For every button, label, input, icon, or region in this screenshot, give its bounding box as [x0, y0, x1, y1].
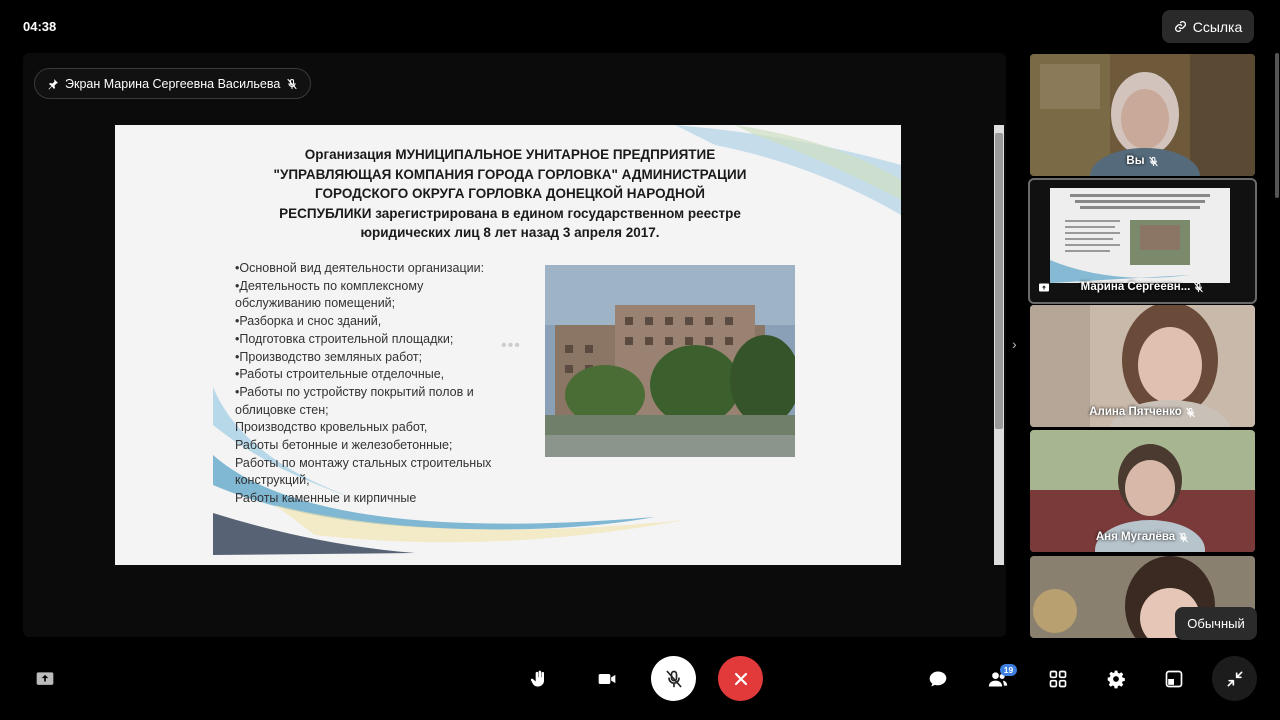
participant-name: Марина Сергеевн... — [1030, 281, 1255, 293]
slide-list-line: конструкций, — [235, 473, 310, 488]
link-icon — [1174, 20, 1186, 33]
pin-icon — [48, 78, 58, 89]
slide-list-line: •Работы по устройству покрытий полов и — [235, 384, 474, 399]
end-call-button[interactable] — [718, 656, 763, 701]
screen-share-owner: Экран Марина Сергеевна Васильева — [65, 76, 281, 91]
participants-scrollbar[interactable] — [1275, 53, 1279, 198]
share-screen-button[interactable] — [33, 668, 57, 690]
screen-share-stage: Экран Марина Сергеевна Васильева Организ… — [23, 53, 1006, 637]
participant-tile[interactable]: Алина Пятченко — [1030, 305, 1255, 427]
call-timer: 04:38 — [23, 19, 57, 34]
mic-muted-icon — [287, 78, 297, 89]
camera-button[interactable] — [594, 666, 620, 692]
video-camera-icon — [598, 674, 616, 684]
participant-name: Вы — [1030, 155, 1255, 167]
participant-tile-self[interactable]: Вы — [1030, 54, 1255, 176]
chat-icon — [929, 671, 947, 687]
building-photo — [545, 265, 795, 457]
pip-icon — [1165, 670, 1183, 688]
slide-list-line: обслуживанию помещений; — [235, 296, 396, 311]
slide-title-line: Организация МУНИЦИПАЛЬНОЕ УНИТАРНОЕ ПРЕД… — [304, 147, 716, 162]
mic-muted-icon — [1179, 532, 1188, 542]
slide-activity-list: •Основной вид деятельности организации: … — [235, 260, 550, 508]
slide-list-line: облицовке стен; — [235, 402, 329, 417]
layout-grid-button[interactable] — [1045, 666, 1071, 692]
participants-count-badge: 19 — [1000, 664, 1017, 676]
copy-link-label: Ссылка — [1192, 18, 1243, 35]
slide-list-line: •Работы строительные отделочные, — [235, 367, 445, 382]
slide-list-line: •Основной вид деятельности организации: — [235, 261, 485, 275]
slide-list-line: Производство кровельных работ, — [235, 420, 428, 435]
picture-in-picture-button[interactable] — [1161, 666, 1187, 692]
slide-list-line: Работы каменные и кирпичные — [235, 491, 417, 506]
exit-fullscreen-button[interactable] — [1212, 656, 1257, 701]
slide-title-line: юридических лиц 8 лет назад 3 апреля 201… — [360, 225, 660, 240]
mic-muted-icon — [1186, 407, 1195, 417]
slide-title: Организация МУНИЦИПАЛЬНОЕ УНИТАРНОЕ ПРЕД… — [240, 145, 780, 243]
gear-icon — [1107, 670, 1125, 689]
slide-scrollbar-thumb[interactable] — [995, 133, 1003, 429]
screen-share-icon — [36, 672, 54, 685]
presentation-slide: Организация МУНИЦИПАЛЬНОЕ УНИТАРНОЕ ПРЕД… — [115, 125, 901, 565]
slide-list-line: •Деятельность по комплексному — [235, 278, 424, 293]
participant-tile-presenter[interactable]: Марина Сергеевн... — [1028, 178, 1257, 304]
grid-icon — [1049, 670, 1067, 688]
raise-hand-button[interactable] — [526, 666, 552, 692]
chat-button[interactable] — [925, 666, 951, 692]
loading-dots-icon: ••• — [501, 337, 521, 354]
slide-list-line: •Разборка и снос зданий, — [235, 314, 382, 329]
slide-title-line: ГОРОДСКОГО ОКРУГА ГОРЛОВКА ДОНЕЦКОЙ НАРО… — [315, 186, 705, 201]
slide-list-line: Работы бетонные и железобетонные; — [235, 438, 453, 453]
microphone-button[interactable] — [651, 656, 696, 701]
participant-name: Аня Мугалёва — [1030, 531, 1255, 543]
participant-name: Алина Пятченко — [1030, 406, 1255, 418]
mic-muted-icon — [1148, 156, 1158, 166]
chevron-right-icon[interactable]: › — [1012, 336, 1017, 352]
participant-tile[interactable]: Аня Мугалёва — [1030, 430, 1255, 552]
hand-icon — [530, 670, 544, 687]
mic-muted-icon — [1194, 282, 1204, 292]
close-icon — [734, 672, 747, 685]
mic-muted-icon — [666, 670, 681, 687]
copy-link-button[interactable]: Ссылка — [1162, 10, 1254, 43]
minimize-arrows-icon — [1227, 671, 1242, 686]
slide-list-line: Работы по монтажу стальных строительных — [235, 455, 492, 470]
slide-title-line: "УПРАВЛЯЮЩАЯ КОМПАНИЯ ГОРОДА ГОРЛОВКА" А… — [273, 166, 747, 182]
screen-share-label[interactable]: Экран Марина Сергеевна Васильева — [34, 68, 312, 99]
slide-title-line: РЕСПУБЛИКИ зарегистрирована в едином гос… — [279, 205, 741, 221]
settings-button[interactable] — [1103, 666, 1129, 692]
view-mode-tooltip: Обычный — [1175, 607, 1257, 640]
